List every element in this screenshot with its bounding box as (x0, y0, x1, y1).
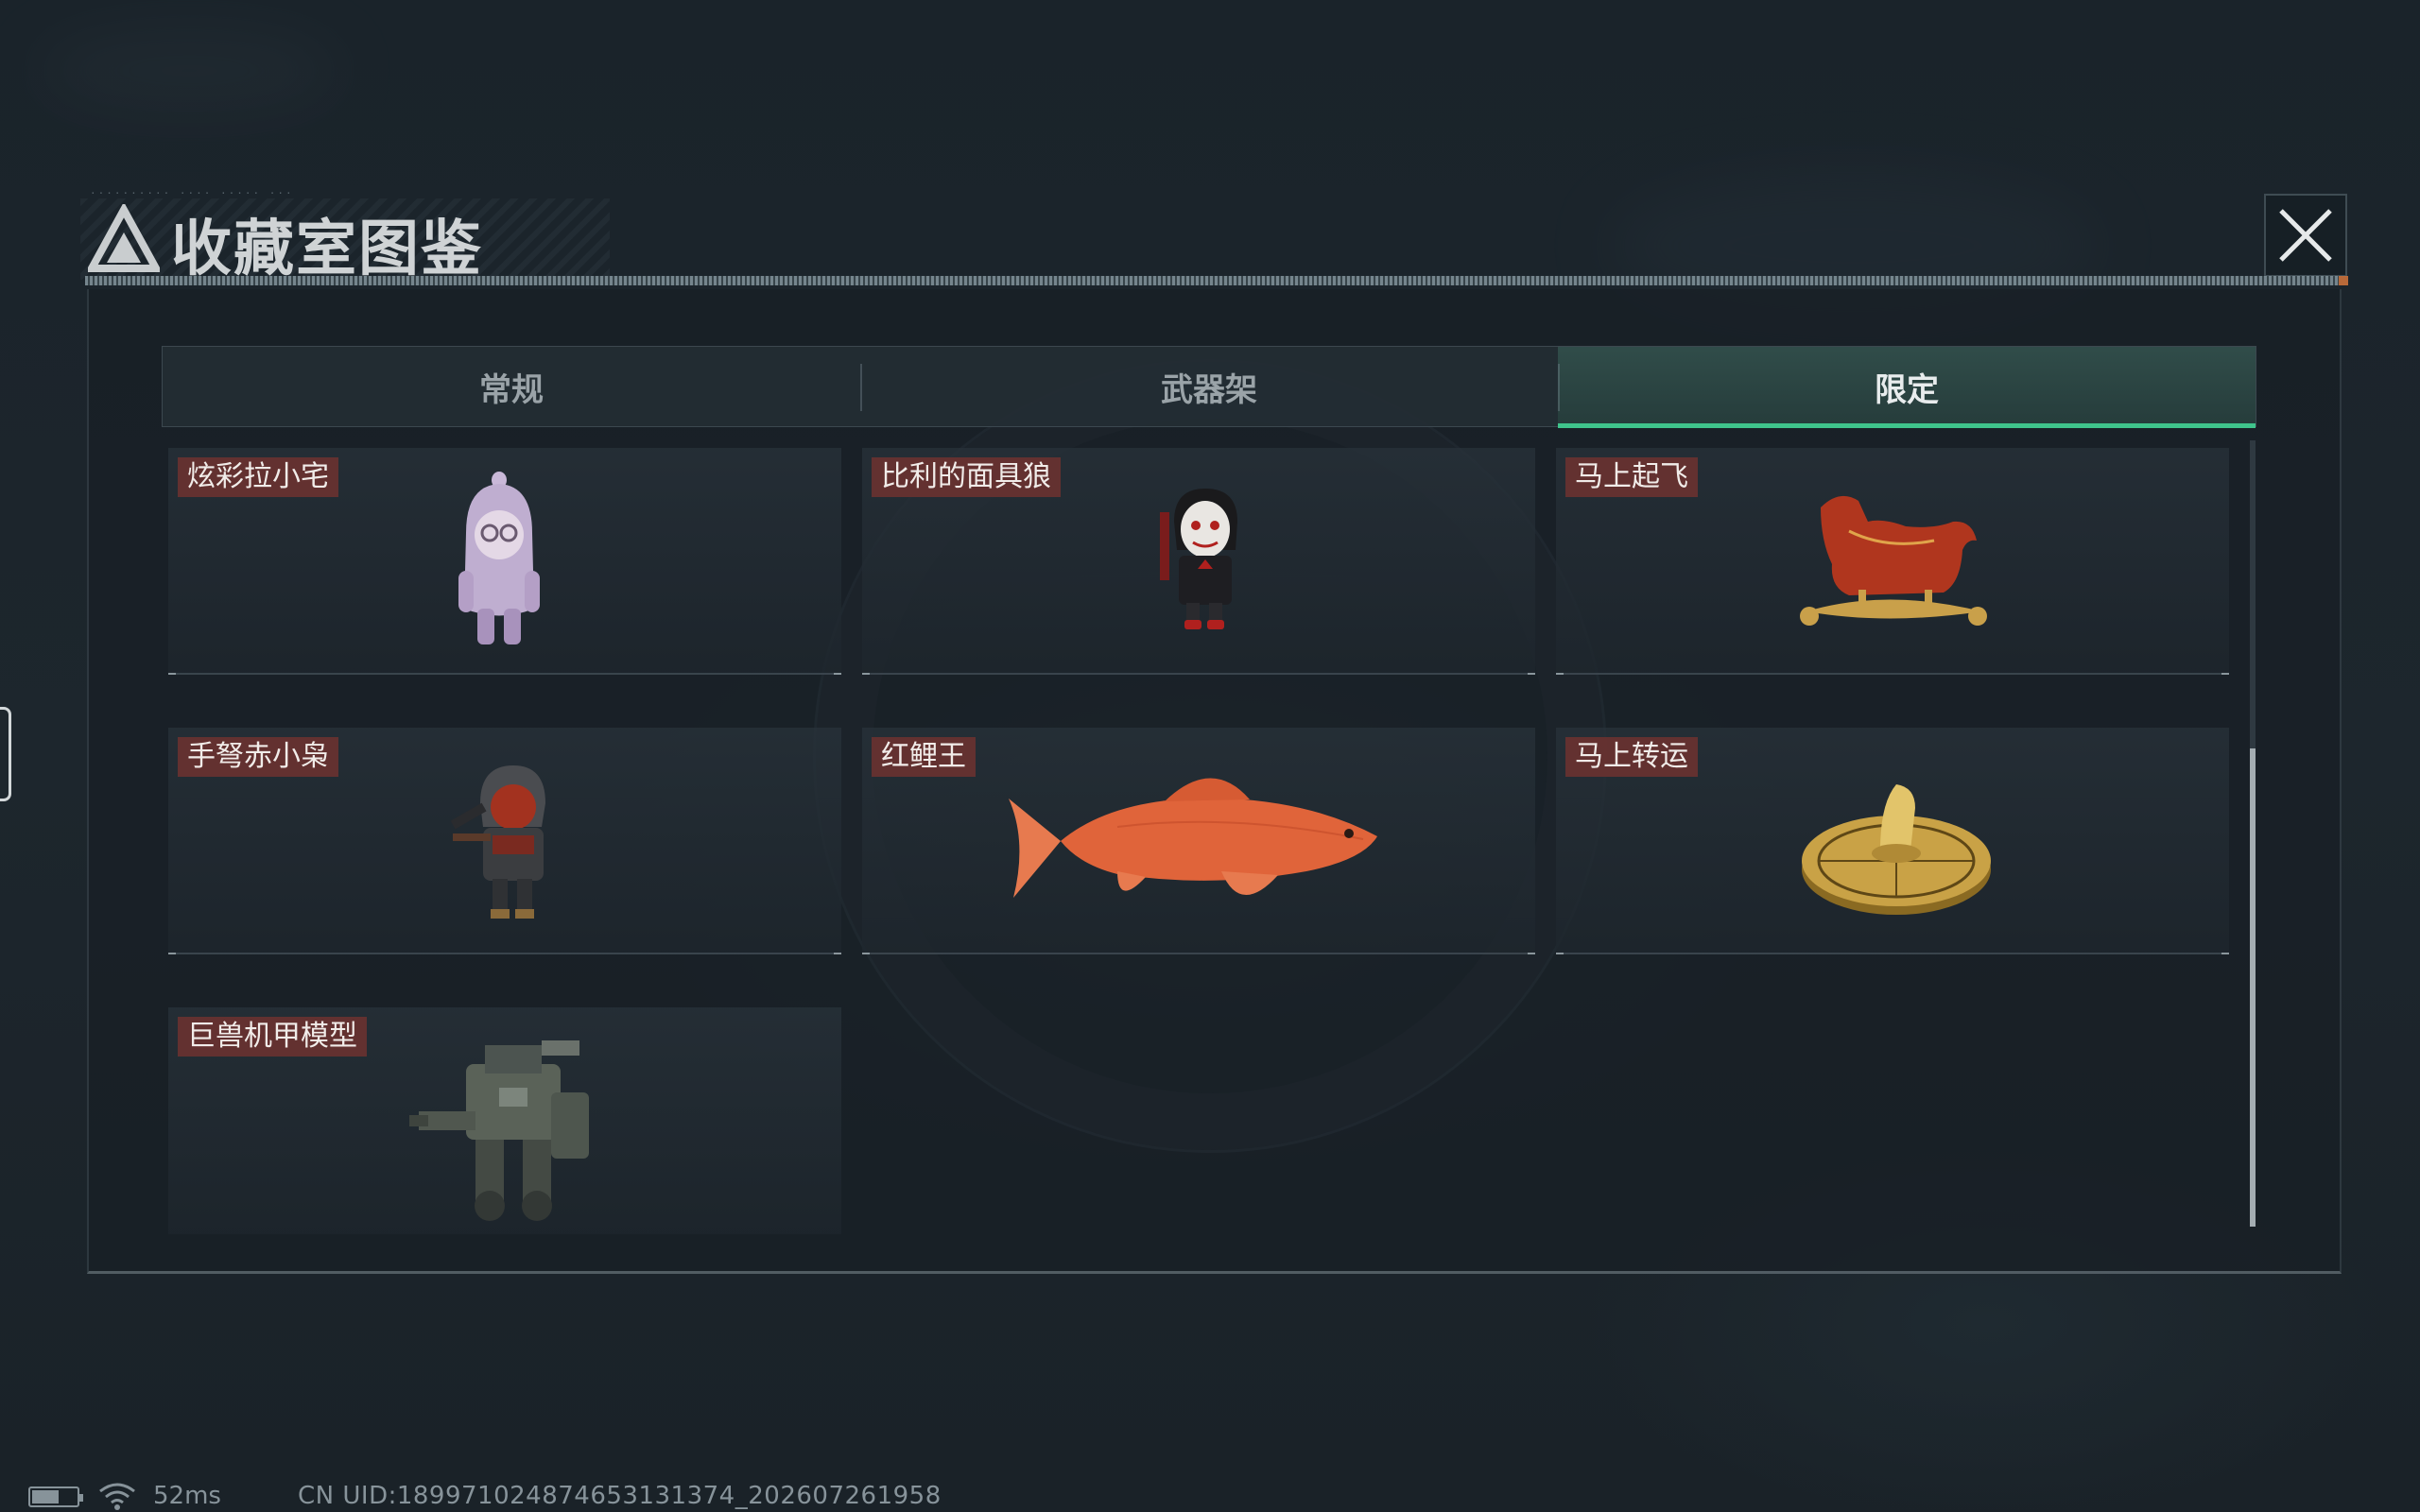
hooded-crossbow-figure-icon (450, 765, 545, 919)
item-grid: 炫彩拉小宅 比利的面具狼 马上起飞 手弩赤小枭 红鲤王 马上转运 巨兽机甲模型 (168, 448, 2238, 1234)
puppet-mask-toy-icon (1160, 489, 1237, 629)
uid-text: CN UID:1899710248746531313​74_2026072619… (298, 1482, 942, 1510)
close-button[interactable] (2264, 194, 2347, 277)
collection-item[interactable]: 比利的面具狼 (862, 448, 1535, 675)
golden-horse-coin-icon (1802, 784, 1991, 915)
page-title: 收藏室图鉴 (171, 215, 483, 284)
mech-model-icon (409, 1040, 589, 1221)
item-label: 红鲤王 (872, 737, 976, 777)
header-divider (85, 276, 2348, 285)
tab-regular[interactable]: 常规 (163, 347, 860, 426)
battery-icon (28, 1486, 83, 1507)
category-tabs: 常规 武器架 限定 (162, 346, 2256, 428)
close-icon (2279, 209, 2332, 262)
list-scrollbar[interactable] (2250, 440, 2256, 1227)
side-drawer-handle[interactable] (0, 707, 11, 801)
scrollbar-thumb[interactable] (2250, 748, 2256, 1227)
collection-item[interactable]: 马上转运 (1556, 728, 2229, 954)
red-horse-statue-icon (1800, 495, 1987, 626)
status-bar: 52ms CN UID:1899710248746531313​74_20260… (28, 1482, 1163, 1510)
wifi-icon (99, 1483, 135, 1510)
tab-weapon-rack[interactable]: 武器架 (860, 347, 1558, 426)
hooded-figure-toy-icon (458, 472, 540, 644)
collection-item[interactable]: 红鲤王 (862, 728, 1535, 954)
red-carp-fish-icon (1009, 778, 1377, 898)
item-label: 马上起飞 (1565, 457, 1698, 497)
collection-item[interactable]: 炫彩拉小宅 (168, 448, 841, 675)
item-label: 巨兽机甲模型 (178, 1017, 367, 1057)
background-blur (38, 28, 340, 113)
ping-text: 52ms (153, 1482, 221, 1510)
collection-item[interactable]: 马上起飞 (1556, 448, 2229, 675)
item-label: 手弩赤小枭 (178, 737, 338, 777)
collection-item[interactable]: 手弩赤小枭 (168, 728, 841, 954)
tab-limited[interactable]: 限定 (1558, 347, 2256, 428)
item-label: 比利的面具狼 (872, 457, 1061, 497)
item-label: 炫彩拉小宅 (178, 457, 338, 497)
collection-item[interactable]: 巨兽机甲模型 (168, 1007, 841, 1234)
item-label: 马上转运 (1565, 737, 1698, 777)
triangle-logo-icon (88, 204, 160, 272)
